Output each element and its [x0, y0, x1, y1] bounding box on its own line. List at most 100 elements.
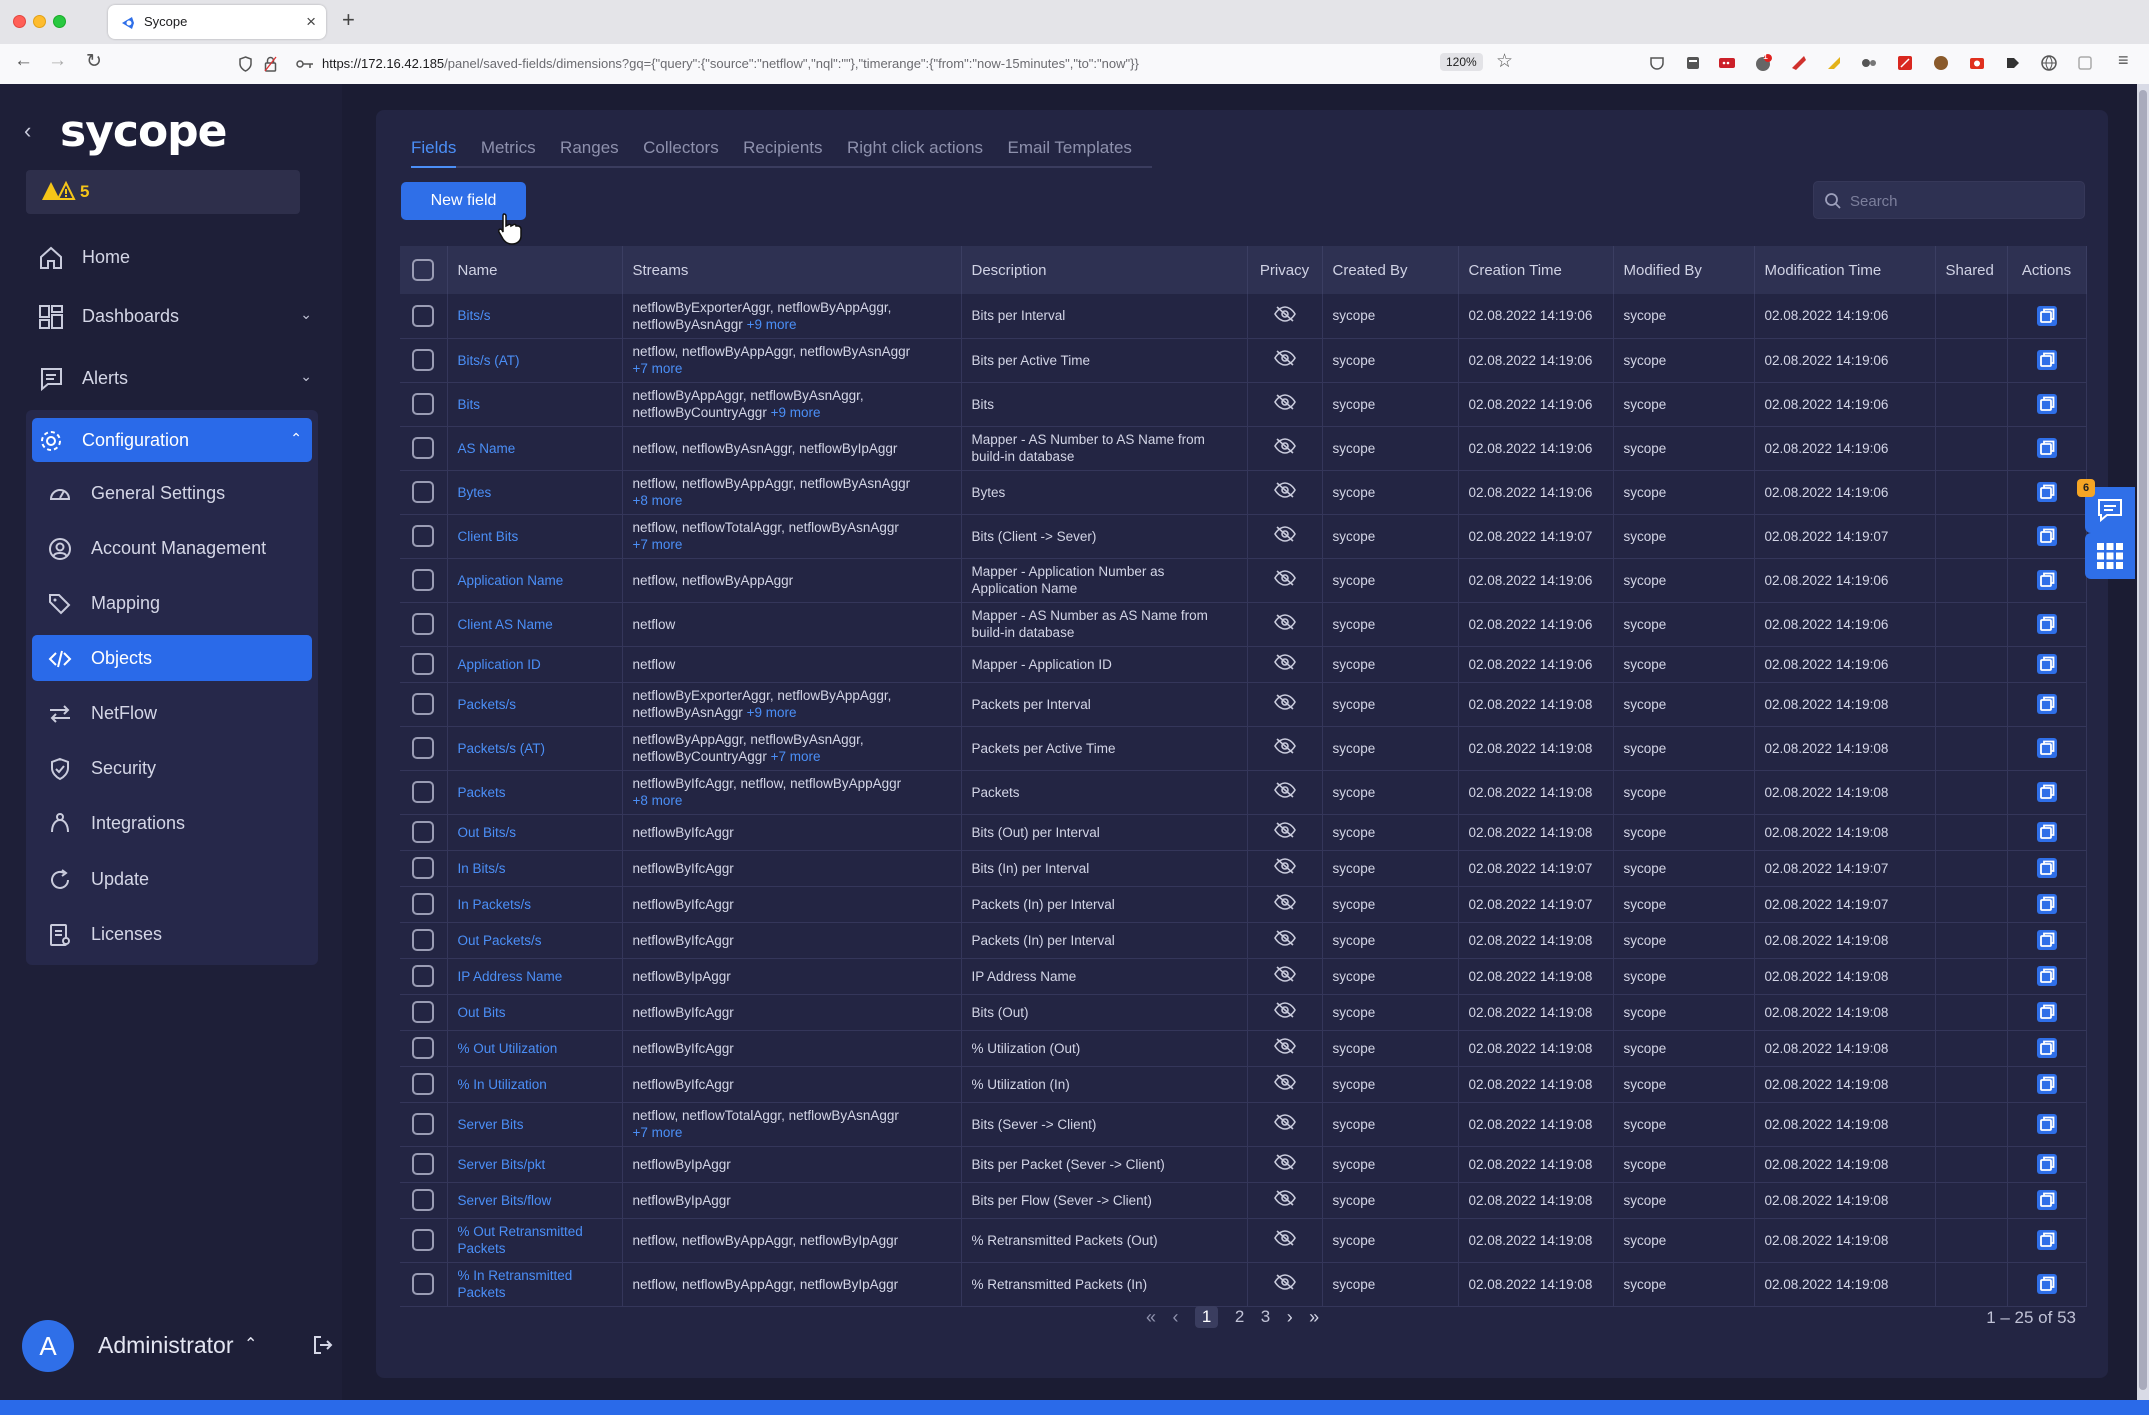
privacy-cell[interactable] — [1247, 646, 1323, 683]
next-page-icon[interactable]: › — [1287, 1307, 1293, 1328]
row-checkbox[interactable] — [412, 393, 435, 415]
nav-configuration[interactable]: Configuration ⌃ — [32, 418, 312, 462]
duplicate-button[interactable] — [2007, 922, 2087, 959]
privacy-cell[interactable] — [1247, 602, 1323, 647]
row-checkbox[interactable] — [412, 653, 435, 675]
search-input[interactable]: Search — [1813, 181, 2085, 219]
row-checkbox[interactable] — [412, 1001, 435, 1023]
duplicate-button[interactable] — [2007, 514, 2087, 559]
duplicate-button[interactable] — [2007, 602, 2087, 647]
duplicate-button[interactable] — [2007, 726, 2087, 771]
field-name-link[interactable]: Client Bits — [447, 514, 623, 559]
nav-alerts[interactable]: Alerts ⌄ — [32, 356, 322, 400]
nav-home[interactable]: Home — [32, 235, 322, 279]
last-page-icon[interactable]: » — [1309, 1307, 1319, 1328]
row-checkbox[interactable] — [412, 569, 435, 591]
row-checkbox[interactable] — [412, 525, 435, 547]
privacy-cell[interactable] — [1247, 958, 1323, 995]
page-3-button[interactable]: 3 — [1261, 1307, 1270, 1327]
duplicate-button[interactable] — [2007, 850, 2087, 887]
streams-more-link[interactable]: +9 more — [747, 317, 797, 332]
duplicate-button[interactable] — [2007, 814, 2087, 851]
extension-square-icon[interactable] — [2076, 54, 2094, 72]
column-header-streams[interactable]: Streams — [622, 246, 962, 294]
row-checkbox[interactable] — [412, 1189, 435, 1211]
privacy-cell[interactable] — [1247, 770, 1323, 815]
extension-red-icon[interactable] — [1790, 54, 1808, 72]
zoom-level-badge[interactable]: 120% — [1440, 53, 1483, 71]
row-checkbox[interactable] — [412, 304, 435, 327]
field-name-link[interactable]: Packets — [447, 770, 623, 815]
column-header-modified-by[interactable]: Modified By — [1613, 246, 1755, 294]
duplicate-button[interactable] — [2007, 682, 2087, 727]
streams-more-link[interactable]: +7 more — [633, 1125, 683, 1140]
field-name-link[interactable]: Server Bits/flow — [447, 1182, 623, 1219]
privacy-cell[interactable] — [1247, 338, 1323, 383]
column-header-description[interactable]: Description — [961, 246, 1248, 294]
privacy-cell[interactable] — [1247, 850, 1323, 887]
row-checkbox[interactable] — [412, 737, 435, 759]
row-checkbox[interactable] — [412, 1113, 435, 1135]
duplicate-button[interactable] — [2007, 1218, 2087, 1263]
streams-more-link[interactable]: +7 more — [771, 749, 821, 764]
field-name-link[interactable]: AS Name — [447, 426, 623, 471]
key-icon[interactable] — [296, 58, 314, 70]
duplicate-button[interactable] — [2007, 646, 2087, 683]
privacy-cell[interactable] — [1247, 1102, 1323, 1147]
duplicate-button[interactable] — [2007, 958, 2087, 995]
row-checkbox[interactable] — [412, 613, 435, 635]
sub-account-management[interactable]: Account Management — [32, 525, 312, 571]
browser-tab[interactable]: Sycope × — [108, 5, 326, 39]
duplicate-button[interactable] — [2007, 1182, 2087, 1219]
collapse-sidebar-icon[interactable]: ‹ — [24, 118, 31, 144]
tab-recipients[interactable]: Recipients — [743, 130, 822, 158]
extension-gears-icon[interactable] — [1860, 54, 1878, 72]
privacy-cell[interactable] — [1247, 1146, 1323, 1183]
pocket-icon[interactable] — [1648, 54, 1666, 72]
row-checkbox[interactable] — [412, 1229, 435, 1251]
row-checkbox[interactable] — [412, 1153, 435, 1175]
row-checkbox[interactable] — [412, 893, 435, 915]
row-checkbox[interactable] — [412, 857, 435, 879]
column-header-modification-time[interactable]: Modification Time — [1754, 246, 1936, 294]
duplicate-button[interactable] — [2007, 558, 2087, 603]
field-name-link[interactable]: Out Packets/s — [447, 922, 623, 959]
field-name-link[interactable]: Out Bits — [447, 994, 623, 1031]
field-name-link[interactable]: % Out Retransmitted Packets — [447, 1218, 623, 1263]
duplicate-button[interactable] — [2007, 770, 2087, 815]
field-name-link[interactable]: Out Bits/s — [447, 814, 623, 851]
row-checkbox[interactable] — [412, 1073, 435, 1095]
extension-dark-icon[interactable] — [2004, 54, 2022, 72]
tab-fields[interactable]: Fields — [411, 130, 457, 168]
nav-dashboards[interactable]: Dashboards ⌄ — [32, 294, 322, 338]
tab-right-click-actions[interactable]: Right click actions — [847, 130, 983, 158]
reload-icon[interactable]: ↻ — [86, 50, 102, 73]
streams-more-link[interactable]: +9 more — [747, 705, 797, 720]
lock-icon[interactable] — [264, 56, 277, 72]
extension-pdf-icon[interactable] — [1896, 54, 1914, 72]
extension-cookie-icon[interactable] — [1932, 54, 1950, 72]
duplicate-button[interactable] — [2007, 294, 2087, 339]
shield-icon[interactable] — [238, 56, 253, 72]
field-name-link[interactable]: Server Bits/pkt — [447, 1146, 623, 1183]
duplicate-button[interactable] — [2007, 470, 2087, 515]
field-name-link[interactable]: Packets/s (AT) — [447, 726, 623, 771]
privacy-cell[interactable] — [1247, 1262, 1323, 1307]
sub-update[interactable]: Update — [32, 856, 312, 902]
select-all-checkbox[interactable] — [412, 259, 435, 281]
column-header-name[interactable]: Name — [447, 246, 623, 294]
field-name-link[interactable]: Server Bits — [447, 1102, 623, 1147]
previous-page-icon[interactable]: ‹ — [1172, 1307, 1178, 1328]
field-name-link[interactable]: Client AS Name — [447, 602, 623, 647]
privacy-cell[interactable] — [1247, 1218, 1323, 1263]
menu-icon[interactable]: ≡ — [2118, 50, 2129, 71]
column-header-shared[interactable]: Shared — [1935, 246, 2008, 294]
streams-more-link[interactable]: +7 more — [633, 537, 683, 552]
logout-icon[interactable] — [312, 1334, 334, 1356]
field-name-link[interactable]: Bytes — [447, 470, 623, 515]
sub-netflow[interactable]: NetFlow — [32, 690, 312, 736]
sub-objects[interactable]: Objects — [32, 635, 312, 681]
back-icon[interactable]: ← — [14, 50, 33, 72]
row-checkbox[interactable] — [412, 1037, 435, 1059]
privacy-cell[interactable] — [1247, 994, 1323, 1031]
